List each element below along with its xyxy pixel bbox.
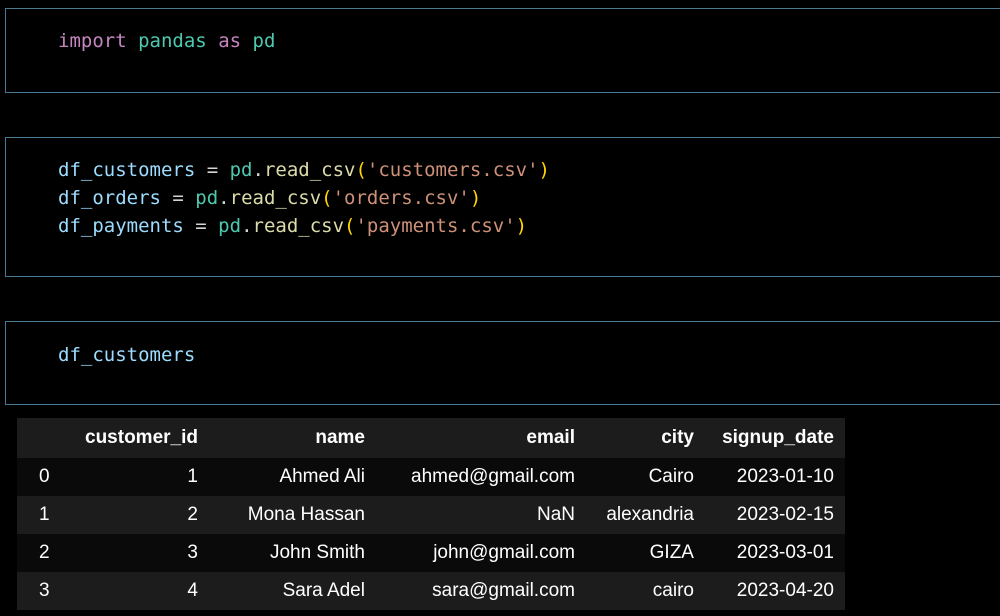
row-index: 1 [39,504,50,525]
code-token: . [218,187,230,209]
code-cell-import[interactable]: import pandas as pd [5,8,1000,93]
code-token: pd [229,159,253,181]
code-line: df_customers [58,341,195,369]
column-header: name [208,418,376,458]
code-token: as [218,30,242,52]
code-line: df_orders = pd.read_csv('orders.csv') [58,184,550,212]
cell-customer-id: 4 [187,580,198,601]
code-token: pd [195,187,219,209]
index-header [17,418,74,458]
cell-name: Mona Hassan [247,504,365,525]
code-token: ( [321,187,333,209]
code-token: 'customers.csv' [366,159,539,181]
code-token: import [58,30,127,52]
cell-signup-date: 2023-03-01 [736,542,834,563]
code-token: pd [218,215,242,237]
cell-customer-id: 2 [187,504,198,525]
code-editor[interactable]: df_customers [58,341,195,369]
code-token: read_csv [229,187,322,209]
code-cell-display[interactable]: df_customers [5,321,1000,405]
row-index: 3 [39,580,50,601]
code-token: ( [355,159,367,181]
code-token: ( [344,215,356,237]
code-token: read_csv [263,159,356,181]
cell-city: Cairo [648,466,694,487]
cell-customer-id: 1 [187,466,198,487]
code-editor[interactable]: df_customers = pd.read_csv('customers.cs… [58,156,550,240]
cell-city: alexandria [606,504,694,525]
row-index: 2 [39,542,50,563]
code-token: df_customers [58,344,196,366]
code-token: . [252,159,264,181]
cell-signup-date: 2023-02-15 [736,504,834,525]
column-header: email [375,418,586,458]
code-token: ) [515,215,528,237]
table-row: 2 3 John Smith john@gmail.com GIZA 2023-… [17,534,845,572]
code-line: import pandas as pd [58,27,275,55]
cell-email: sara@gmail.com [432,580,575,601]
column-header: city [585,418,705,458]
code-token: ) [538,159,550,181]
code-token: pandas [138,30,207,52]
code-token: . [241,215,253,237]
code-token: ) [469,187,482,209]
dataframe-output: customer_id name email city signup_date … [17,418,845,610]
cell-name: John Smith [269,542,365,563]
table-row: 1 2 Mona Hassan NaN alexandria 2023-02-1… [17,496,845,534]
code-token: = [160,187,196,209]
column-header: customer_id [74,418,209,458]
code-token: 'payments.csv' [355,215,516,237]
code-line: df_customers = pd.read_csv('customers.cs… [58,156,550,184]
code-token: = [195,159,230,181]
cell-email: john@gmail.com [433,542,575,563]
cell-email: ahmed@gmail.com [411,466,575,487]
column-header: signup_date [704,418,845,458]
code-token: df_customers [58,159,196,181]
table-header-row: customer_id name email city signup_date [17,418,845,458]
code-token: read_csv [252,215,345,237]
cell-name: Sara Adel [282,580,365,601]
cell-city: GIZA [649,542,694,563]
code-cell-read-csv[interactable]: df_customers = pd.read_csv('customers.cs… [5,137,1000,277]
code-token: = [183,215,219,237]
code-editor[interactable]: import pandas as pd [58,27,275,55]
code-token: df_orders [58,187,161,209]
table-row: 0 1 Ahmed Ali ahmed@gmail.com Cairo 2023… [17,458,845,496]
cell-signup-date: 2023-04-20 [736,580,834,601]
cell-email: NaN [536,504,575,525]
cell-city: cairo [652,580,694,601]
code-line: df_payments = pd.read_csv('payments.csv'… [58,212,550,240]
table-row: 3 4 Sara Adel sara@gmail.com cairo 2023-… [17,572,845,610]
cell-name: Ahmed Ali [279,466,365,487]
cell-customer-id: 3 [187,542,198,563]
row-index: 0 [39,466,50,487]
code-token: 'orders.csv' [332,187,470,209]
code-token: pd [252,30,276,52]
code-token: df_payments [58,215,184,237]
cell-signup-date: 2023-01-10 [736,466,834,487]
